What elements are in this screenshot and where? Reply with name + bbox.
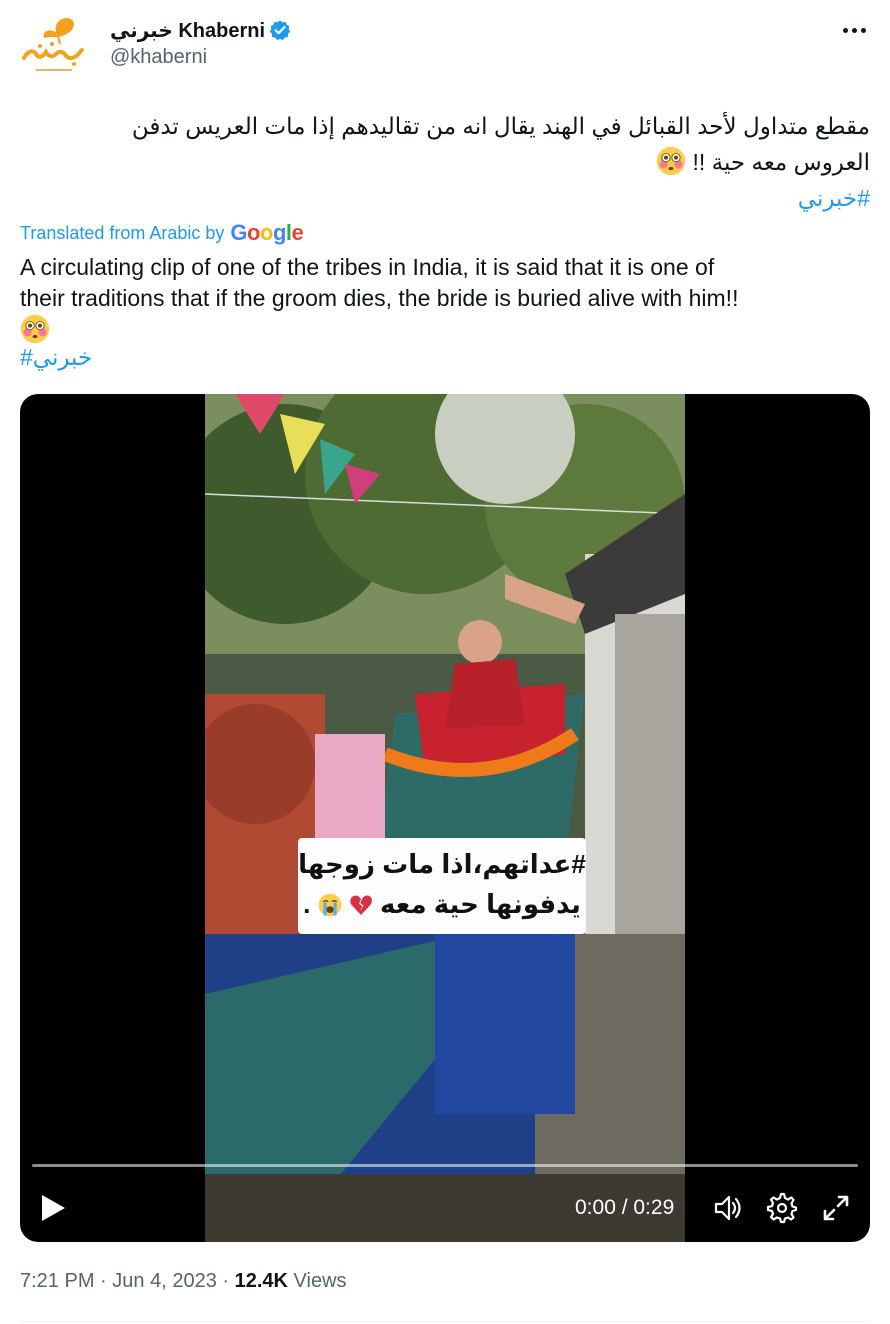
divider — [20, 1321, 870, 1322]
tweet-text-arabic: مقطع متداول لأحد القبائل في الهند يقال ا… — [50, 108, 870, 216]
video-frame — [205, 394, 685, 1242]
tweet-text-segment: العروس معه حية !! — [692, 149, 870, 175]
video-time: 0:00 / 0:29 — [575, 1196, 675, 1219]
author-names: خبرني Khaberni @khaberni — [110, 16, 291, 69]
video-caption: #عداتهم،اذا مات زوجها يدفونها حية معه . — [298, 838, 586, 934]
loudly-crying-face-emoji-icon — [318, 893, 342, 917]
handle[interactable]: @khaberni — [110, 46, 291, 69]
video-player[interactable]: #عداتهم،اذا مات زوجها يدفونها حية معه . — [20, 394, 870, 1242]
flushed-face-emoji-icon — [20, 314, 50, 344]
translation-label[interactable]: Translated from Arabic by Google — [20, 220, 304, 246]
play-icon[interactable] — [38, 1192, 68, 1224]
tweet-text-line: their traditions that if the groom dies,… — [20, 285, 739, 311]
tweet-text-line: A circulating clip of one of the tribes … — [20, 254, 715, 280]
views-count: 12.4K — [234, 1270, 288, 1292]
translated-from-text: Translated from Arabic by — [20, 222, 225, 243]
flushed-face-emoji-icon — [656, 146, 686, 176]
khaberni-logo-icon — [22, 18, 84, 71]
caption-text: يدفونها حية معه — [380, 889, 581, 919]
avatar[interactable] — [18, 14, 90, 76]
video-progress-bar[interactable] — [32, 1164, 858, 1167]
more-options-icon[interactable] — [840, 18, 868, 42]
hashtag-link[interactable]: #خبرني — [798, 185, 870, 211]
settings-gear-icon[interactable] — [766, 1192, 798, 1224]
caption-line: #عداتهم،اذا مات زوجها — [298, 849, 586, 879]
tweet-header: خبرني Khaberni @khaberni — [18, 12, 872, 76]
separator: · — [100, 1270, 107, 1292]
caption-line: يدفونها حية معه . — [298, 884, 586, 924]
views-label: Views — [293, 1270, 347, 1292]
fullscreen-icon[interactable] — [820, 1192, 852, 1224]
hashtag-link[interactable]: #خبرني — [20, 344, 92, 371]
volume-icon[interactable] — [712, 1192, 744, 1224]
tweet-text-english: A circulating clip of one of the tribes … — [20, 252, 870, 346]
tweet-meta: 7:21 PM · Jun 4, 2023 · 12.4K Views — [20, 1270, 347, 1293]
caption-period: . — [303, 889, 311, 919]
verified-badge-icon — [269, 19, 291, 41]
separator: · — [222, 1270, 230, 1292]
tweet-text-line: العروس معه حية !! — [50, 144, 870, 180]
tweet-text-line: مقطع متداول لأحد القبائل في الهند يقال ا… — [131, 113, 870, 139]
video-controls: 0:00 / 0:29 — [20, 1184, 870, 1234]
display-name[interactable]: خبرني Khaberni — [110, 18, 265, 43]
tweet-date[interactable]: Jun 4, 2023 — [112, 1270, 217, 1292]
google-logo-icon: Google — [230, 220, 304, 245]
broken-heart-emoji-icon — [349, 893, 373, 917]
tweet-time[interactable]: 7:21 PM — [20, 1270, 94, 1292]
